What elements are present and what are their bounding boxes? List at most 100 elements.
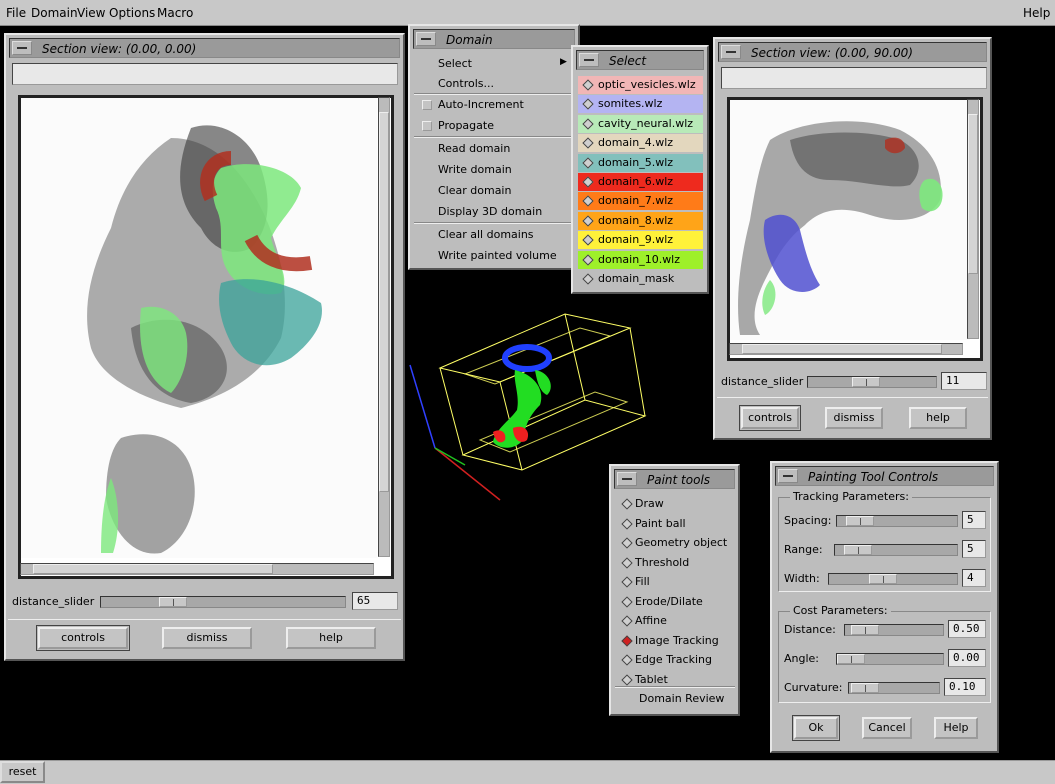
toggle-diamond-icon[interactable] [582, 156, 594, 169]
radio-diamond-icon[interactable] [621, 517, 633, 530]
distance-cost-slider[interactable] [844, 624, 944, 636]
section-view-2-vscroll[interactable] [967, 99, 979, 339]
select-item[interactable]: domain_4.wlz [578, 134, 703, 153]
radio-diamond-icon[interactable] [621, 673, 633, 686]
vscroll-thumb[interactable] [379, 112, 389, 492]
menu-item-read-domain[interactable]: Read domain [438, 142, 510, 155]
help-button[interactable]: Help [934, 717, 978, 739]
distance-cost-knob[interactable] [851, 625, 879, 635]
section-view-1-vscroll[interactable] [378, 97, 390, 557]
menu-domain[interactable]: Domain [31, 6, 78, 20]
range-value[interactable]: 5 [962, 540, 986, 558]
radio-diamond-icon[interactable] [621, 498, 633, 510]
radio-diamond-icon[interactable] [621, 654, 633, 666]
dismiss-button[interactable]: dismiss [825, 407, 883, 429]
ok-button[interactable]: Ok [792, 715, 840, 741]
paint-tool-option[interactable]: Paint ball [635, 517, 686, 530]
menu-item-write-painted-volume[interactable]: Write painted volume [438, 249, 557, 262]
select-item[interactable]: somites.wlz [578, 95, 703, 114]
section-image-2[interactable] [730, 100, 970, 340]
menu-item-auto-increment[interactable]: Auto-Increment [438, 98, 524, 111]
paint-tool-option[interactable]: Edge Tracking [635, 653, 712, 666]
menu-item-clear-domain[interactable]: Clear domain [438, 184, 511, 197]
paint-tool-option[interactable]: Image Tracking [635, 634, 719, 647]
range-slider-knob[interactable] [844, 545, 872, 555]
dismiss-button[interactable]: dismiss [162, 627, 252, 649]
spacing-slider-knob[interactable] [846, 516, 874, 526]
angle-cost-slider[interactable] [836, 653, 944, 665]
window-menu-icon[interactable] [416, 32, 436, 46]
toggle-diamond-icon[interactable] [582, 195, 594, 208]
distance-slider-knob[interactable] [159, 597, 187, 607]
select-menu-titlebar[interactable]: Select [576, 50, 704, 70]
angle-cost-knob[interactable] [837, 654, 865, 664]
select-item[interactable]: domain_7.wlz [578, 192, 703, 211]
angle-cost-value[interactable]: 0.00 [948, 649, 986, 667]
curvature-cost-knob[interactable] [851, 683, 879, 693]
curvature-cost-slider[interactable] [848, 682, 940, 694]
distance-cost-value[interactable]: 0.50 [948, 620, 986, 638]
help-button[interactable]: help [286, 627, 376, 649]
toggle-diamond-icon[interactable] [582, 118, 594, 130]
section-view-1-hscroll[interactable] [20, 563, 374, 575]
window-menu-icon[interactable] [721, 45, 741, 59]
width-slider-knob[interactable] [869, 574, 897, 584]
section-view-1-canvas[interactable] [18, 95, 394, 579]
section-image-1[interactable] [21, 98, 377, 558]
select-item[interactable]: domain_10.wlz [578, 250, 703, 269]
toggle-diamond-icon[interactable] [582, 79, 594, 91]
select-item[interactable]: domain_mask [578, 270, 703, 288]
select-item[interactable]: domain_5.wlz [578, 153, 703, 172]
menu-item-clear-all-domains[interactable]: Clear all domains [438, 228, 534, 241]
width-value[interactable]: 4 [962, 569, 986, 587]
paint-tool-option[interactable]: Draw [635, 497, 664, 510]
propagate-checkbox[interactable] [422, 121, 432, 131]
distance-value-field[interactable]: 65 [352, 592, 398, 610]
curvature-cost-value[interactable]: 0.10 [944, 678, 986, 696]
width-slider[interactable] [828, 573, 958, 585]
menu-item-controls[interactable]: Controls... [438, 77, 494, 90]
window-menu-icon[interactable] [12, 41, 32, 55]
hscroll-thumb[interactable] [33, 564, 273, 574]
distance-slider[interactable] [100, 596, 346, 608]
menu-file[interactable]: File [6, 6, 26, 20]
hscroll-thumb[interactable] [742, 344, 942, 354]
auto-increment-checkbox[interactable] [422, 100, 432, 110]
radio-diamond-icon[interactable] [621, 537, 633, 549]
menu-item-propagate[interactable]: Propagate [438, 119, 494, 132]
window-menu-icon[interactable] [778, 469, 798, 483]
toggle-diamond-icon[interactable] [582, 176, 594, 188]
section-view-2-titlebar[interactable]: Section view: (0.00, 90.00) [718, 42, 987, 62]
window-menu-icon[interactable] [617, 472, 637, 486]
toggle-diamond-icon[interactable] [582, 234, 594, 246]
select-item[interactable]: domain_8.wlz [578, 211, 703, 230]
menu-item-select[interactable]: Select [438, 57, 472, 70]
reset-button[interactable]: reset [0, 761, 45, 783]
paint-tool-option[interactable]: Threshold [635, 556, 689, 569]
select-item[interactable]: domain_9.wlz [578, 231, 703, 250]
paint-tool-option[interactable]: Tablet [635, 673, 668, 686]
toggle-diamond-icon[interactable] [582, 137, 594, 149]
menu-item-display-3d-domain[interactable]: Display 3D domain [438, 205, 542, 218]
paint-tool-option[interactable]: Erode/Dilate [635, 595, 703, 608]
section-view-1-info-field[interactable] [12, 63, 398, 85]
paint-tools-titlebar[interactable]: Paint tools [614, 469, 735, 489]
controls-button[interactable]: controls [739, 405, 801, 431]
section-view-2-hscroll[interactable] [729, 343, 963, 355]
cancel-button[interactable]: Cancel [862, 717, 912, 739]
distance-slider-knob[interactable] [852, 377, 880, 387]
section-view-2-canvas[interactable] [727, 97, 983, 361]
help-button[interactable]: help [909, 407, 967, 429]
menu-view[interactable]: View [77, 6, 105, 20]
controls-button[interactable]: controls [36, 625, 130, 651]
radio-diamond-icon[interactable] [621, 576, 633, 588]
domain-review-button[interactable]: Domain Review [639, 692, 724, 705]
section-view-1-titlebar[interactable]: Section view: (0.00, 0.00) [9, 38, 400, 58]
paint-tool-option[interactable]: Geometry object [635, 536, 727, 549]
paint-tool-option[interactable]: Fill [635, 575, 650, 588]
distance-slider[interactable] [807, 376, 937, 388]
menu-macro[interactable]: Macro [157, 6, 193, 20]
spacing-value[interactable]: 5 [962, 511, 986, 529]
section-view-2-info-field[interactable] [721, 67, 987, 89]
vscroll-thumb[interactable] [968, 114, 978, 274]
